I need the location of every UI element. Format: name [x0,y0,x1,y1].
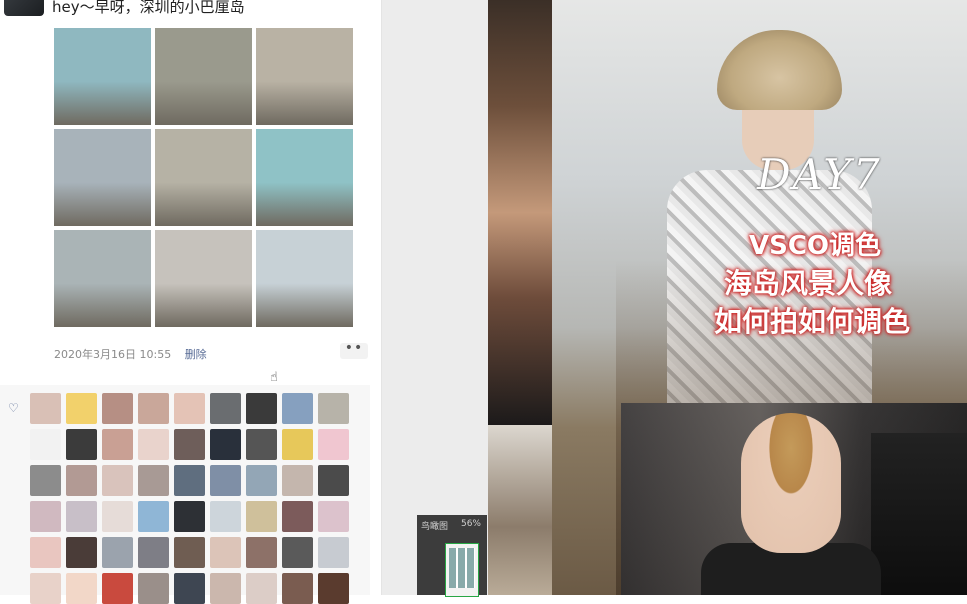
liker-avatar[interactable] [210,501,241,532]
liker-avatar[interactable] [174,537,205,568]
liker-avatar[interactable] [30,465,61,496]
liker-avatar[interactable] [174,393,205,424]
liker-avatar[interactable] [210,573,241,604]
model-hat [717,30,842,110]
liker-avatar[interactable] [174,429,205,460]
moments-post-panel: hey～早呀，深圳的小巴厘岛 2020年3月16日 10:55 删除 •• ☝ … [0,0,380,604]
grid-photo[interactable] [54,129,151,226]
liker-avatar[interactable] [318,429,349,460]
liker-avatar[interactable] [246,393,277,424]
liker-avatar[interactable] [102,465,133,496]
liker-avatar[interactable] [246,501,277,532]
grid-photo[interactable] [256,129,353,226]
cover-title-line3: 如何拍如何调色 [714,305,911,338]
liker-avatar[interactable] [66,465,97,496]
liker-avatar[interactable] [318,501,349,532]
grid-photo[interactable] [155,129,252,226]
liker-avatar[interactable] [174,501,205,532]
liker-avatar[interactable] [30,393,61,424]
liker-avatar[interactable] [138,465,169,496]
liker-avatar[interactable] [282,393,313,424]
liker-avatars [30,393,349,604]
liker-avatar[interactable] [282,465,313,496]
liker-avatar[interactable] [30,573,61,604]
liker-avatar[interactable] [210,393,241,424]
webcam-overlay [621,403,967,595]
post-timestamp: 2020年3月16日 10:55 [54,348,172,361]
liker-avatar[interactable] [246,537,277,568]
liker-avatar[interactable] [318,537,349,568]
navigator-panel[interactable]: 鸟瞰图 56% [417,515,487,597]
grid-photo[interactable] [256,230,353,327]
liker-avatar[interactable] [282,537,313,568]
cover-title-line1: VSCO调色 [749,231,882,261]
liker-avatar[interactable] [282,429,313,460]
navigator-thumbnail[interactable] [445,543,479,597]
liker-avatar[interactable] [210,429,241,460]
liker-avatar[interactable] [66,537,97,568]
liker-avatar[interactable] [66,501,97,532]
liker-avatar[interactable] [138,573,169,604]
liker-avatar[interactable] [66,393,97,424]
liker-avatar[interactable] [30,537,61,568]
liker-avatar[interactable] [282,501,313,532]
cover-title-line2: 海岛风景人像 [724,267,893,300]
grid-photo[interactable] [256,28,353,125]
liker-avatar[interactable] [246,573,277,604]
liker-avatar[interactable] [210,537,241,568]
liker-avatar[interactable] [102,393,133,424]
liker-avatar[interactable] [102,537,133,568]
liker-avatar[interactable] [174,573,205,604]
delete-link[interactable]: 删除 [185,348,207,361]
more-options-button[interactable]: •• [340,341,368,359]
liker-avatar[interactable] [210,465,241,496]
liker-avatar[interactable] [138,429,169,460]
liker-avatar[interactable] [30,429,61,460]
liker-avatar[interactable] [282,573,313,604]
grid-photo[interactable] [155,28,252,125]
grid-photo[interactable] [54,28,151,125]
liker-avatar[interactable] [30,501,61,532]
liker-avatar[interactable] [318,573,349,604]
grid-photo[interactable] [155,230,252,327]
heart-icon: ♡ [8,401,19,415]
likes-section: ♡ [0,385,370,604]
liker-avatar[interactable] [138,393,169,424]
navigator-zoom: 56% [460,519,481,529]
liker-avatar[interactable] [174,465,205,496]
grid-photo[interactable] [54,230,151,327]
navigator-label: 鸟瞰图 [421,522,449,532]
liker-avatar[interactable] [66,429,97,460]
workspace-background [382,0,488,595]
post-meta: 2020年3月16日 10:55 删除 [54,346,207,362]
photo-grid [54,28,354,327]
liker-avatar[interactable] [102,501,133,532]
liker-avatar[interactable] [102,573,133,604]
liker-avatar[interactable] [138,537,169,568]
side-photo-strip [488,0,552,425]
cover-day-label: DAY7 [757,150,882,199]
liker-avatar[interactable] [66,573,97,604]
liker-avatar[interactable] [318,465,349,496]
liker-avatar[interactable] [246,429,277,460]
navigator-thumbnail-content [449,548,475,588]
side-photo-strip-bottom [488,425,552,595]
webcam-person-head [741,413,841,553]
liker-avatar[interactable] [138,501,169,532]
avatar[interactable] [4,0,44,16]
webcam-bed [871,433,967,595]
liker-avatar[interactable] [102,429,133,460]
hand-cursor-icon: ☝ [270,370,278,385]
liker-avatar[interactable] [318,393,349,424]
liker-avatar[interactable] [246,465,277,496]
post-text: hey～早呀，深圳的小巴厘岛 [52,0,245,16]
